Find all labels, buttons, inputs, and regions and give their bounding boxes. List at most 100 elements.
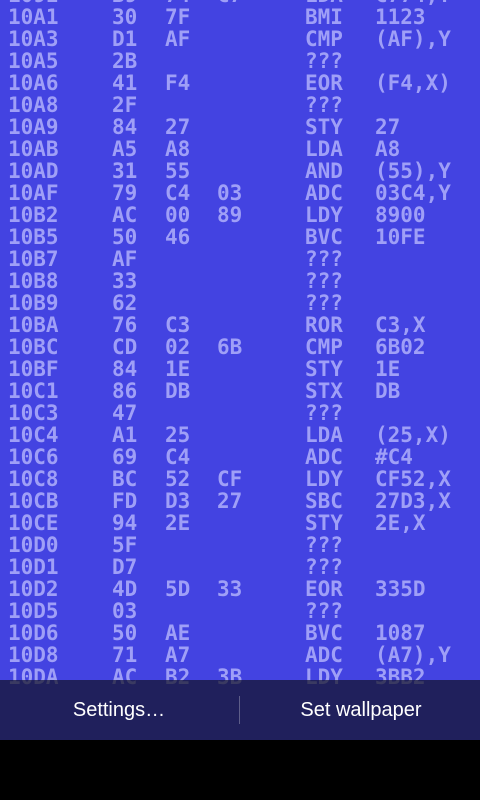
mnemonic-cell: ??? — [305, 269, 343, 293]
disassembly-row: 10B9 62??? — [0, 292, 480, 314]
opcode-byte-cell: FD — [112, 489, 138, 513]
mnemonic-cell: SBC — [305, 489, 343, 513]
disassembly-row: 10D0 5F??? — [0, 534, 480, 556]
disassembly-row: 10CB FD D3 27 SBC 27D3,X — [0, 490, 480, 512]
operand-cell: C3,X — [375, 313, 426, 337]
mnemonic-cell: ??? — [305, 599, 343, 623]
operand-cell: 6B02 — [375, 335, 426, 359]
operand-byte-cell: CF — [217, 467, 243, 491]
address-cell: 10BC — [8, 335, 59, 359]
mnemonic-cell: STY — [305, 511, 343, 535]
address-cell: 10D5 — [8, 599, 59, 623]
operand-cell: 1087 — [375, 621, 426, 645]
operand-byte-cell: 27 — [165, 115, 191, 139]
opcode-byte-cell: 2F — [112, 93, 138, 117]
set-wallpaper-button[interactable]: Set wallpaper — [242, 680, 480, 740]
opcode-byte-cell: 71 — [112, 643, 138, 667]
opcode-byte-cell: D1 — [112, 27, 138, 51]
disassembly-row: 10BC CD 02 6B CMP 6B02 — [0, 336, 480, 358]
mnemonic-cell: ??? — [305, 49, 343, 73]
operand-cell: (55),Y — [375, 159, 451, 183]
address-cell: 10BA — [8, 313, 59, 337]
opcode-byte-cell: 69 — [112, 445, 138, 469]
address-cell: 10A6 — [8, 71, 59, 95]
operand-cell: #C4 — [375, 445, 413, 469]
opcode-byte-cell: AF — [112, 247, 138, 271]
operand-byte-cell: A7 — [165, 643, 191, 667]
operand-byte-cell: 1E — [165, 357, 191, 381]
address-cell: 10AD — [8, 159, 59, 183]
operand-cell: A8 — [375, 137, 401, 161]
disassembly-row: 10A9 84 27 STY 27 — [0, 116, 480, 138]
disassembly-row: 10AF 79 C4 03 ADC 03C4,Y — [0, 182, 480, 204]
opcode-byte-cell: BC — [112, 467, 138, 491]
disassembly-row: 10D5 03??? — [0, 600, 480, 622]
address-cell: 10A8 — [8, 93, 59, 117]
opcode-byte-cell: 94 — [112, 511, 138, 535]
address-cell: 10D8 — [8, 643, 59, 667]
operand-byte-cell: 33 — [217, 577, 243, 601]
address-cell: 10AF — [8, 181, 59, 205]
mnemonic-cell: LDA — [305, 137, 343, 161]
mnemonic-cell: CMP — [305, 335, 343, 359]
disassembly-row: 10B8 33??? — [0, 270, 480, 292]
opcode-byte-cell: 50 — [112, 225, 138, 249]
mnemonic-cell: STY — [305, 357, 343, 381]
operand-cell: (A7),Y — [375, 643, 451, 667]
mnemonic-cell: BVC — [305, 621, 343, 645]
operand-cell: 1E — [375, 357, 401, 381]
operand-byte-cell: A8 — [165, 137, 191, 161]
opcode-byte-cell: 50 — [112, 621, 138, 645]
operand-byte-cell: AF — [165, 27, 191, 51]
address-cell: 10CB — [8, 489, 59, 513]
opcode-byte-cell: 84 — [112, 115, 138, 139]
address-cell: 10C6 — [8, 445, 59, 469]
disassembly-row: 10A1 30 7F BMI 1123 — [0, 6, 480, 28]
mnemonic-cell: ??? — [305, 401, 343, 425]
mnemonic-cell: ??? — [305, 533, 343, 557]
operand-cell: DB — [375, 379, 401, 403]
address-cell: 10B8 — [8, 269, 59, 293]
address-cell: 10D1 — [8, 555, 59, 579]
address-cell: 10B9 — [8, 291, 59, 315]
mnemonic-cell: ADC — [305, 181, 343, 205]
disassembly-row: 10B2 AC 00 89 LDY 8900 — [0, 204, 480, 226]
disassembly-row: 10C4 A1 25 LDA (25,X) — [0, 424, 480, 446]
mnemonic-cell: AND — [305, 159, 343, 183]
action-bar-divider — [239, 696, 240, 724]
operand-byte-cell: DB — [165, 379, 191, 403]
disassembly-row: 10C1 86 DB STX DB — [0, 380, 480, 402]
opcode-byte-cell: 79 — [112, 181, 138, 205]
opcode-byte-cell: 47 — [112, 401, 138, 425]
mnemonic-cell: ROR — [305, 313, 343, 337]
mnemonic-cell: EOR — [305, 71, 343, 95]
operand-byte-cell: 46 — [165, 225, 191, 249]
mnemonic-cell: EOR — [305, 577, 343, 601]
address-cell: 10D6 — [8, 621, 59, 645]
operand-byte-cell: F4 — [165, 71, 191, 95]
disassembly-row: 10BA 76 C3 ROR C3,X — [0, 314, 480, 336]
disassembly-row: 10D1 D7??? — [0, 556, 480, 578]
opcode-byte-cell: 86 — [112, 379, 138, 403]
opcode-byte-cell: 84 — [112, 357, 138, 381]
address-cell: 10C4 — [8, 423, 59, 447]
operand-cell: CF52,X — [375, 467, 451, 491]
opcode-byte-cell: D7 — [112, 555, 138, 579]
operand-byte-cell: 03 — [217, 181, 243, 205]
operand-byte-cell: 5D — [165, 577, 191, 601]
address-cell: 10A3 — [8, 27, 59, 51]
address-cell: 10AB — [8, 137, 59, 161]
opcode-byte-cell: 62 — [112, 291, 138, 315]
mnemonic-cell: BVC — [305, 225, 343, 249]
address-cell: 10B5 — [8, 225, 59, 249]
settings-button[interactable]: Settings… — [0, 680, 238, 740]
mnemonic-cell: ADC — [305, 643, 343, 667]
operand-cell: (25,X) — [375, 423, 451, 447]
opcode-byte-cell: A5 — [112, 137, 138, 161]
disassembly-row: 10C3 47??? — [0, 402, 480, 424]
disassembly-row: 10AB A5 A8 LDA A8 — [0, 138, 480, 160]
disassembly-row: 10CE 94 2E STY 2E,X — [0, 512, 480, 534]
mnemonic-cell: LDY — [305, 203, 343, 227]
address-cell: 10B7 — [8, 247, 59, 271]
opcode-byte-cell: 03 — [112, 599, 138, 623]
